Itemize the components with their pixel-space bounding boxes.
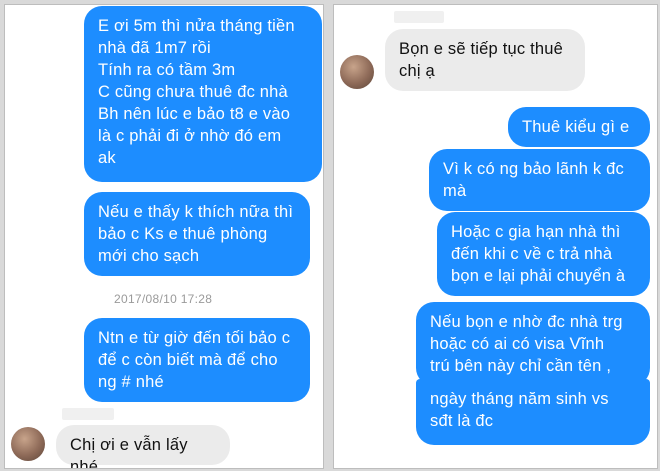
message-bubble-outgoing[interactable]: Ntn e từ giờ đến tối bảo c để c còn biết… [84,318,310,402]
message-bubble-incoming[interactable]: Bọn e sẽ tiếp tục thuê chị ạ [385,29,585,91]
message-bubble-outgoing[interactable]: Nếu bọn e nhờ đc nhà trg hoặc có ai có v… [416,302,650,386]
left-chat-panel: E ơi 5m thì nửa tháng tiền nhà đã 1m7 rồ… [4,4,324,469]
message-timestamp: 2017/08/10 17:28 [114,292,213,306]
message-bubble-outgoing[interactable]: Thuê kiểu gì e [508,107,650,147]
message-bubble-outgoing[interactable]: E ơi 5m thì nửa tháng tiền nhà đã 1m7 rồ… [84,6,322,182]
message-bubble-outgoing[interactable]: Hoặc c gia hạn nhà thì đến khi c về c tr… [437,212,650,296]
message-bubble-outgoing[interactable]: Vì k có ng bảo lãnh k đc mà [429,149,650,211]
right-chat-panel: Bọn e sẽ tiếp tục thuê chị ạ Thuê kiểu g… [333,4,658,469]
contact-avatar[interactable] [11,427,45,461]
message-bubble-incoming[interactable]: Chị ơi e vẫn lấy nhé [56,425,230,468]
sender-name-redacted [62,408,114,420]
message-bubble-outgoing[interactable]: ngày tháng năm sinh vs sđt là đc [416,379,650,445]
contact-avatar[interactable] [340,55,374,89]
message-bubble-outgoing[interactable]: Nếu e thấy k thích nữa thì bảo c Ks e th… [84,192,310,276]
sender-name-redacted [394,11,444,23]
